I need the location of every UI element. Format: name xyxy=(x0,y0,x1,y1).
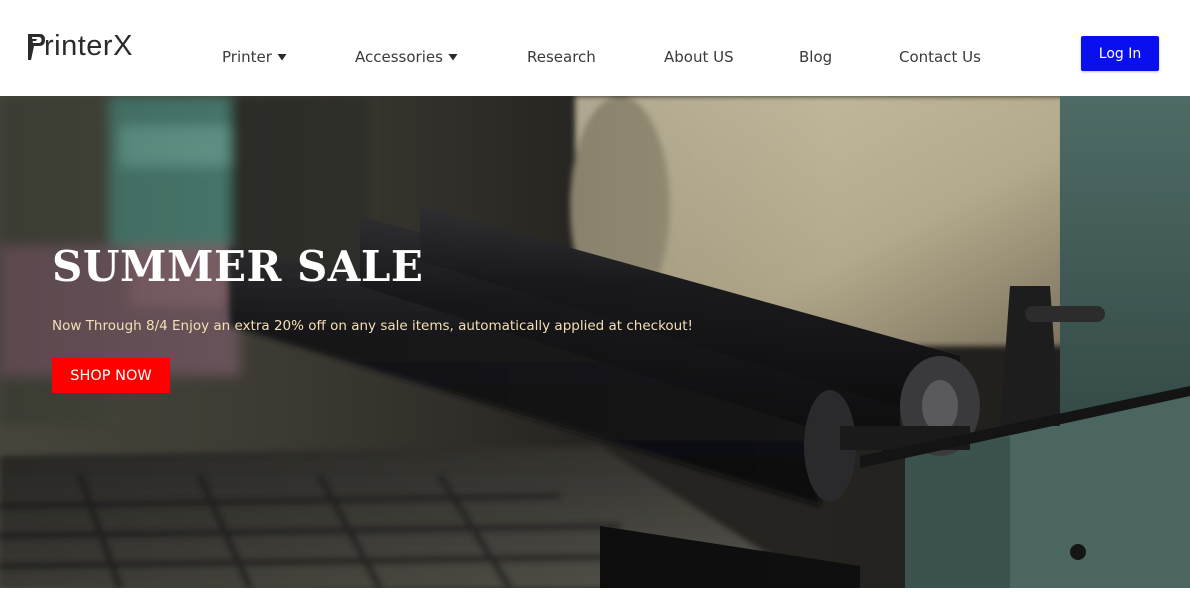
hero-overlay xyxy=(0,96,1190,588)
hero-title: SUMMER SALE xyxy=(52,242,424,291)
nav-item-label: Blog xyxy=(799,48,833,66)
caret-down-icon xyxy=(277,54,287,61)
nav-item-label: Contact Us xyxy=(899,48,981,66)
nav-item-accessories[interactable]: Accessories xyxy=(355,46,458,68)
nav-item-about-us[interactable]: About US xyxy=(664,46,734,68)
nav-item-label: About US xyxy=(664,48,734,66)
nav-item-printer[interactable]: Printer xyxy=(222,46,287,68)
hero-banner: SUMMER SALE Now Through 8/4 Enjoy an ext… xyxy=(0,96,1190,588)
site-header: rinterX Printer Accessories Research Abo… xyxy=(0,0,1190,96)
caret-down-icon xyxy=(448,54,458,61)
nav-item-contact-us[interactable]: Contact Us xyxy=(899,46,981,68)
login-button[interactable]: Log In xyxy=(1081,36,1159,71)
shop-now-button[interactable]: SHOP NOW xyxy=(52,358,170,393)
hero-subtitle: Now Through 8/4 Enjoy an extra 20% off o… xyxy=(52,318,693,334)
nav-item-research[interactable]: Research xyxy=(527,46,596,68)
nav-item-label: Accessories xyxy=(355,48,443,66)
main-nav: Printer Accessories Research About US Bl… xyxy=(0,46,1190,68)
nav-item-blog[interactable]: Blog xyxy=(799,46,832,68)
page-bottom-strip xyxy=(0,588,1190,592)
nav-item-label: Printer xyxy=(222,48,272,66)
nav-item-label: Research xyxy=(527,48,596,66)
